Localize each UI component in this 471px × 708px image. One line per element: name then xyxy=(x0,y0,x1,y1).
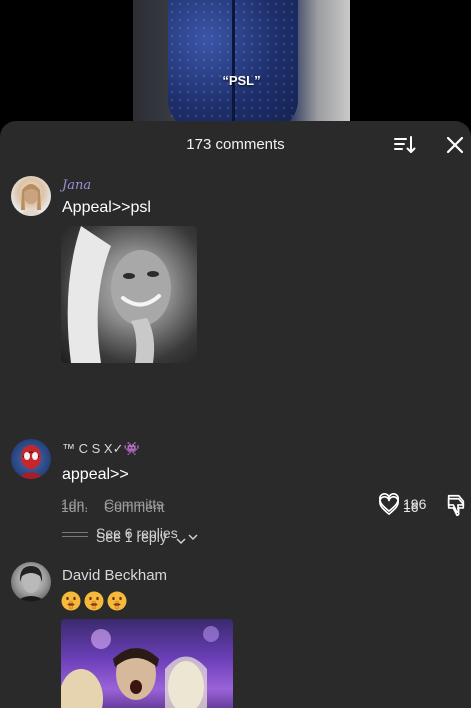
comments-sheet: 173 comments Jana Appeal>>psl 1dn. Commi… xyxy=(0,121,471,708)
shushing-face-emoji xyxy=(107,591,127,611)
comment-text: appeal>> xyxy=(62,466,129,483)
avatar[interactable] xyxy=(11,562,51,602)
comment-username[interactable]: ™ C S X✓👾 xyxy=(62,441,140,457)
video-area[interactable]: “PSL” xyxy=(0,0,471,130)
like-count: 16 xyxy=(403,499,419,515)
replies-divider xyxy=(62,536,88,537)
video-thumbnail[interactable]: “PSL” xyxy=(133,0,350,130)
comment-image[interactable] xyxy=(61,226,197,363)
sheet-header: 173 comments xyxy=(0,121,471,167)
close-icon[interactable] xyxy=(443,133,467,157)
shushing-face-emoji xyxy=(61,591,81,611)
replies-divider xyxy=(62,532,88,533)
avatar[interactable] xyxy=(11,176,51,216)
comment-text: Appeal>>psl xyxy=(62,199,151,216)
chevron-down-icon xyxy=(176,532,186,550)
emoji-row xyxy=(61,591,130,613)
reply-button[interactable]: Comment xyxy=(104,499,165,515)
video-caption: “PSL” xyxy=(222,73,261,88)
shushing-face-emoji xyxy=(84,591,104,611)
chevron-down-icon xyxy=(188,528,198,546)
comment-image[interactable] xyxy=(61,619,233,708)
comment-username[interactable]: Jana xyxy=(62,178,91,193)
avatar[interactable] xyxy=(11,439,51,479)
see-replies-link[interactable]: See 1 reply xyxy=(96,529,167,545)
heart-outline-icon[interactable] xyxy=(378,496,400,521)
sort-icon[interactable] xyxy=(393,133,417,157)
comment-username[interactable]: David Beckham xyxy=(62,567,167,584)
thumbs-down-icon[interactable] xyxy=(445,496,467,523)
jacket-zip xyxy=(232,0,235,130)
comment-time: 1dn. xyxy=(61,499,89,515)
